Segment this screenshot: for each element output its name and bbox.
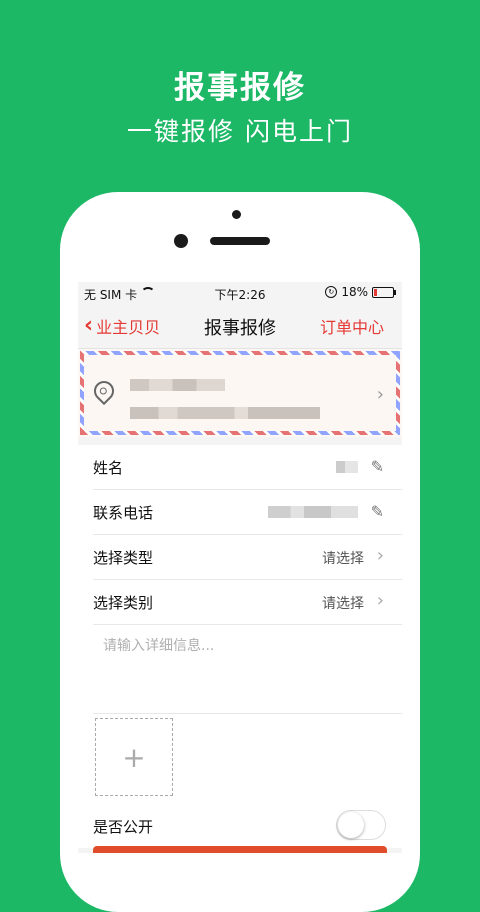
public-row: 是否公开 [78,804,402,848]
name-value-blurred [336,461,358,473]
chevron-right-icon: › [376,384,384,405]
submit-button[interactable] [93,846,387,853]
phone-label: 联系电话 [93,504,154,522]
phone-row[interactable]: 联系电话 ✎ [93,490,402,535]
details-section [93,625,402,715]
details-wrapper [78,625,402,715]
name-label: 姓名 [93,459,124,477]
address-detail-blurred [130,407,320,419]
order-center-button[interactable]: 订单中心 [320,314,384,338]
add-photo-button[interactable]: + [95,718,173,796]
battery-fill [374,288,377,296]
address-name-blurred [130,379,225,391]
category-label: 选择类别 [93,594,154,612]
pencil-icon[interactable]: ✎ [371,502,384,521]
details-input[interactable] [93,625,402,715]
category-row[interactable]: 选择类别 请选择 › [93,580,402,625]
battery-percent: 18% [341,285,368,299]
promo-title: 报事报修 [174,70,306,106]
toggle-knob [338,812,364,838]
type-label: 选择类型 [93,549,154,567]
airmail-border [80,351,400,435]
category-value: 请选择 [322,596,364,612]
public-toggle[interactable] [336,810,386,840]
front-sensor [232,210,241,219]
chevron-right-icon: › [376,545,384,566]
front-camera [174,234,188,248]
type-value: 请选择 [322,551,364,567]
photo-area: + [78,714,402,804]
rotation-lock-icon: ↻ [325,286,338,298]
earpiece-speaker [210,237,270,245]
type-row[interactable]: 选择类型 请选择 › [93,535,402,580]
address-card[interactable]: › [78,349,402,437]
pencil-icon[interactable]: ✎ [371,457,384,476]
form-rows: 姓名 ✎ 联系电话 ✎ 选择类型 请选择 › 选择类别 请选择 › [78,445,402,625]
status-right: ↻ 18% [325,285,396,299]
chevron-right-icon: › [376,590,384,611]
public-label: 是否公开 [93,818,154,836]
battery-icon [372,286,396,298]
navigation-bar: ‹ 业主贝贝 报事报修 订单中心 [78,304,402,349]
phone-value-blurred [268,506,358,518]
app-screen: 无 SIM 卡 下午2:26 ↻ 18% ‹ 业主贝贝 报事报修 订单中心 › … [78,282,402,853]
status-bar: 无 SIM 卡 下午2:26 ↻ 18% [78,282,402,304]
promo-subtitle: 一键报修 闪电上门 [127,117,353,146]
name-row[interactable]: 姓名 ✎ [93,445,402,490]
